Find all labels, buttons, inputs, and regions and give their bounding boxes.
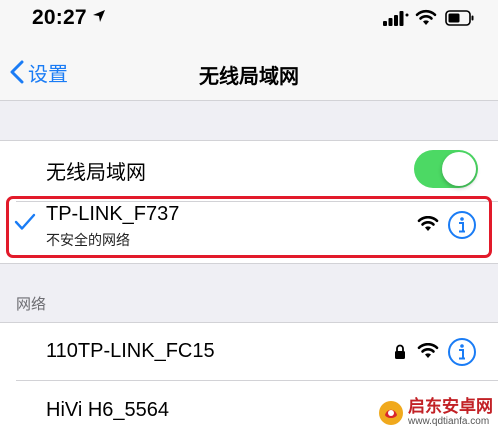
wifi-icon — [415, 9, 437, 25]
watermark-logo-icon — [379, 401, 403, 425]
cellular-signal-icon — [383, 11, 409, 26]
wlan-toggle-switch[interactable] — [414, 150, 478, 188]
battery-icon — [445, 10, 474, 26]
watermark-url: www.qdtianfa.com — [408, 416, 490, 427]
network-name: 110TP-LINK_FC15 — [46, 340, 215, 362]
info-icon[interactable] — [447, 337, 477, 367]
section-header-networks: 网络 — [16, 296, 47, 313]
status-time: 20:27 — [32, 6, 87, 29]
watermark-title: 启东安卓网 — [408, 397, 493, 416]
wifi-signal-icon — [417, 343, 439, 358]
watermark: 启东安卓网 www.qdtianfa.com — [378, 398, 493, 428]
watermark-text: 启东安卓网 www.qdtianfa.com — [408, 398, 493, 428]
network-name: HiVi H6_5564 — [46, 399, 170, 421]
location-arrow-icon — [93, 10, 105, 22]
wlan-toggle-label: 无线局域网 — [46, 162, 146, 184]
lock-icon — [395, 344, 405, 359]
highlight-box — [6, 196, 492, 258]
page-title: 无线局域网 — [199, 66, 299, 88]
toggle-knob — [442, 152, 476, 186]
